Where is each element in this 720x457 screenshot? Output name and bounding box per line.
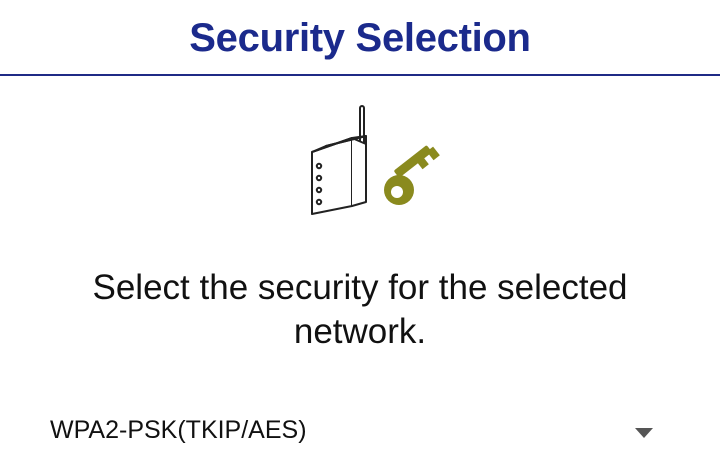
security-select-value: WPA2-PSK(TKIP/AES) [50,416,307,444]
router-key-illustration [311,105,440,215]
key-hole [391,186,403,198]
instruction-line-2: network. [293,312,427,351]
router-icon [311,105,367,215]
security-select[interactable]: WPA2-PSK(TKIP/AES) [0,404,720,457]
instruction-line-1: Select the security for the selected [92,268,628,307]
key-icon [384,145,440,205]
instruction-text: Select the security for the selected net… [40,266,680,354]
chevron-down-icon[interactable] [635,428,653,438]
page-title: Security Selection [189,16,531,60]
header-bar: Security Selection [0,0,720,76]
illustration [300,100,450,220]
